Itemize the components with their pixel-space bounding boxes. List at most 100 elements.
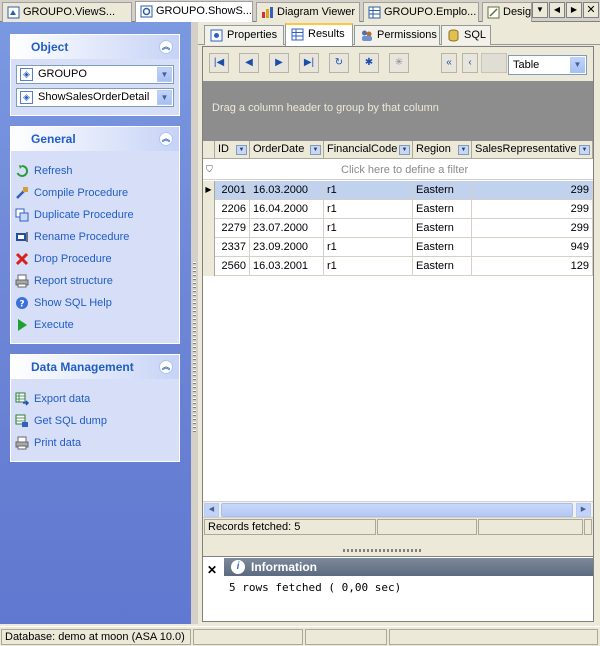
procedure-icon bbox=[140, 5, 153, 18]
drop-procedure-task[interactable]: Drop Procedure bbox=[11, 248, 179, 270]
cell-region[interactable]: Eastern bbox=[413, 219, 472, 238]
cell-id[interactable]: 2279 bbox=[215, 219, 250, 238]
column-label: Region bbox=[416, 143, 451, 155]
view-mode-select[interactable]: Table ▼ bbox=[508, 55, 587, 75]
collapse-icon[interactable]: ︽ bbox=[159, 132, 173, 146]
get-sql-dump-task[interactable]: Get SQL dump bbox=[11, 410, 179, 432]
cell-salesrepresentative[interactable]: 129 bbox=[472, 257, 593, 276]
tab-results[interactable]: Results bbox=[285, 23, 353, 46]
table-row[interactable]: 2206 16.04.2000 r1 Eastern 299 bbox=[203, 200, 593, 219]
report-structure-task[interactable]: Report structure bbox=[11, 270, 179, 292]
tab-sql[interactable]: SQL bbox=[441, 25, 491, 45]
cell-region[interactable]: Eastern bbox=[413, 181, 472, 200]
chevron-down-icon[interactable]: ▼ bbox=[157, 67, 172, 82]
table-row[interactable]: ▶ 2001 16.03.2000 r1 Eastern 299 bbox=[203, 181, 593, 200]
row-indicator bbox=[203, 238, 215, 257]
cell-financialcode[interactable]: r1 bbox=[324, 200, 413, 219]
close-tab-icon[interactable]: ✕ bbox=[583, 2, 599, 18]
column-header-salesrepresentative[interactable]: SalesRepresentative ▼ bbox=[472, 141, 593, 159]
cell-salesrepresentative[interactable]: 299 bbox=[472, 181, 593, 200]
panel-splitter[interactable] bbox=[191, 22, 198, 624]
filter-row[interactable]: ⛉ Click here to define a filter bbox=[203, 160, 593, 180]
filter-dropdown-icon[interactable]: ▼ bbox=[458, 145, 469, 155]
doc-tab-view[interactable]: GROUPO.ViewS... bbox=[2, 2, 132, 22]
close-icon[interactable]: ✕ bbox=[207, 563, 217, 577]
filter-dropdown-icon[interactable]: ▼ bbox=[310, 145, 321, 155]
filter-dropdown-icon[interactable]: ▼ bbox=[399, 145, 410, 155]
doc-tab-designer[interactable]: Desig bbox=[482, 2, 532, 22]
collapse-icon[interactable]: ︽ bbox=[159, 360, 173, 374]
refresh-data-icon[interactable]: ↻ bbox=[329, 53, 349, 73]
cancel-icon[interactable]: ✳ bbox=[389, 53, 409, 73]
status-segment bbox=[478, 519, 583, 535]
refresh-task[interactable]: Refresh bbox=[11, 160, 179, 182]
cell-id[interactable]: 2337 bbox=[215, 238, 250, 257]
next-record-icon[interactable]: ▶ bbox=[269, 53, 289, 73]
prior-record-icon[interactable]: ◀ bbox=[239, 53, 259, 73]
cell-salesrepresentative[interactable]: 299 bbox=[472, 200, 593, 219]
filter-dropdown-icon[interactable]: ▼ bbox=[236, 145, 247, 155]
task-label: Export data bbox=[34, 393, 91, 405]
tab-properties[interactable]: Properties bbox=[204, 25, 284, 45]
printer-icon bbox=[15, 274, 29, 288]
column-header-id[interactable]: ID ▼ bbox=[215, 141, 250, 159]
execute-task[interactable]: Execute bbox=[11, 314, 179, 336]
cell-financialcode[interactable]: r1 bbox=[324, 219, 413, 238]
cell-salesrepresentative[interactable]: 299 bbox=[472, 219, 593, 238]
filter-dropdown-icon[interactable]: ▼ bbox=[579, 145, 590, 155]
rename-procedure-task[interactable]: Rename Procedure bbox=[11, 226, 179, 248]
cell-salesrepresentative[interactable]: 949 bbox=[472, 238, 593, 257]
chevron-left-icon[interactable]: ‹ bbox=[462, 53, 478, 73]
cell-orderdate[interactable]: 23.07.2000 bbox=[250, 219, 324, 238]
print-data-task[interactable]: Print data bbox=[11, 432, 179, 454]
collapse-icon[interactable]: ︽ bbox=[159, 40, 173, 54]
cell-orderdate[interactable]: 16.03.2001 bbox=[250, 257, 324, 276]
show-sql-help-task[interactable]: ? Show SQL Help bbox=[11, 292, 179, 314]
export-data-task[interactable]: Export data bbox=[11, 388, 179, 410]
tab-scroll-left-icon[interactable]: ◀ bbox=[549, 2, 565, 18]
tab-permissions[interactable]: Permissions bbox=[354, 25, 440, 45]
object-group-header[interactable]: Object ︽ bbox=[11, 35, 179, 59]
doc-tab-diagram[interactable]: Diagram Viewer bbox=[256, 2, 360, 22]
cell-id[interactable]: 2001 bbox=[215, 181, 250, 200]
table-row[interactable]: 2337 23.09.2000 r1 Eastern 949 bbox=[203, 238, 593, 257]
column-header-region[interactable]: Region ▼ bbox=[413, 141, 472, 159]
data-management-group-header[interactable]: Data Management ︽ bbox=[11, 355, 179, 379]
group-by-box[interactable]: Drag a column header to group by that co… bbox=[203, 81, 593, 141]
cell-region[interactable]: Eastern bbox=[413, 200, 472, 219]
horizontal-scrollbar[interactable]: ◀ ▶ bbox=[203, 501, 593, 517]
cell-financialcode[interactable]: r1 bbox=[324, 257, 413, 276]
chevron-down-icon[interactable]: ▼ bbox=[157, 90, 172, 105]
last-record-icon[interactable]: ▶| bbox=[299, 53, 319, 73]
cell-financialcode[interactable]: r1 bbox=[324, 181, 413, 200]
cell-orderdate[interactable]: 16.04.2000 bbox=[250, 200, 324, 219]
cell-id[interactable]: 2560 bbox=[215, 257, 250, 276]
table-row[interactable]: 2279 23.07.2000 r1 Eastern 299 bbox=[203, 219, 593, 238]
database-select[interactable]: ◈ GROUPO ▼ bbox=[16, 65, 174, 84]
chevron-down-icon[interactable]: ▼ bbox=[570, 57, 585, 73]
duplicate-procedure-task[interactable]: Duplicate Procedure bbox=[11, 204, 179, 226]
cell-id[interactable]: 2206 bbox=[215, 200, 250, 219]
procedure-select[interactable]: ◈ ShowSalesOrderDetail ▼ bbox=[16, 88, 174, 107]
tab-scroll-right-icon[interactable]: ▶ bbox=[566, 2, 582, 18]
column-header-orderdate[interactable]: OrderDate ▼ bbox=[250, 141, 324, 159]
apply-icon[interactable]: ✱ bbox=[359, 53, 379, 73]
doc-tab-table[interactable]: GROUPO.Emplo... bbox=[363, 2, 479, 22]
scroll-left-icon[interactable]: ◀ bbox=[204, 503, 219, 517]
status-segment bbox=[377, 519, 477, 535]
tab-list-dropdown-icon[interactable]: ▼ bbox=[532, 2, 548, 18]
compile-procedure-task[interactable]: Compile Procedure bbox=[11, 182, 179, 204]
general-group-header[interactable]: General ︽ bbox=[11, 127, 179, 151]
column-header-financialcode[interactable]: FinancialCode ▼ bbox=[324, 141, 413, 159]
doc-tab-procedure[interactable]: GROUPO.ShowS... bbox=[135, 1, 253, 23]
scroll-right-icon[interactable]: ▶ bbox=[576, 503, 591, 517]
cell-financialcode[interactable]: r1 bbox=[324, 238, 413, 257]
collapse-left-icon[interactable]: « bbox=[441, 53, 457, 73]
first-record-icon[interactable]: |◀ bbox=[209, 53, 229, 73]
table-row[interactable]: 2560 16.03.2001 r1 Eastern 129 bbox=[203, 257, 593, 276]
cell-region[interactable]: Eastern bbox=[413, 238, 472, 257]
cell-region[interactable]: Eastern bbox=[413, 257, 472, 276]
scroll-thumb[interactable] bbox=[221, 503, 573, 517]
cell-orderdate[interactable]: 16.03.2000 bbox=[250, 181, 324, 200]
cell-orderdate[interactable]: 23.09.2000 bbox=[250, 238, 324, 257]
